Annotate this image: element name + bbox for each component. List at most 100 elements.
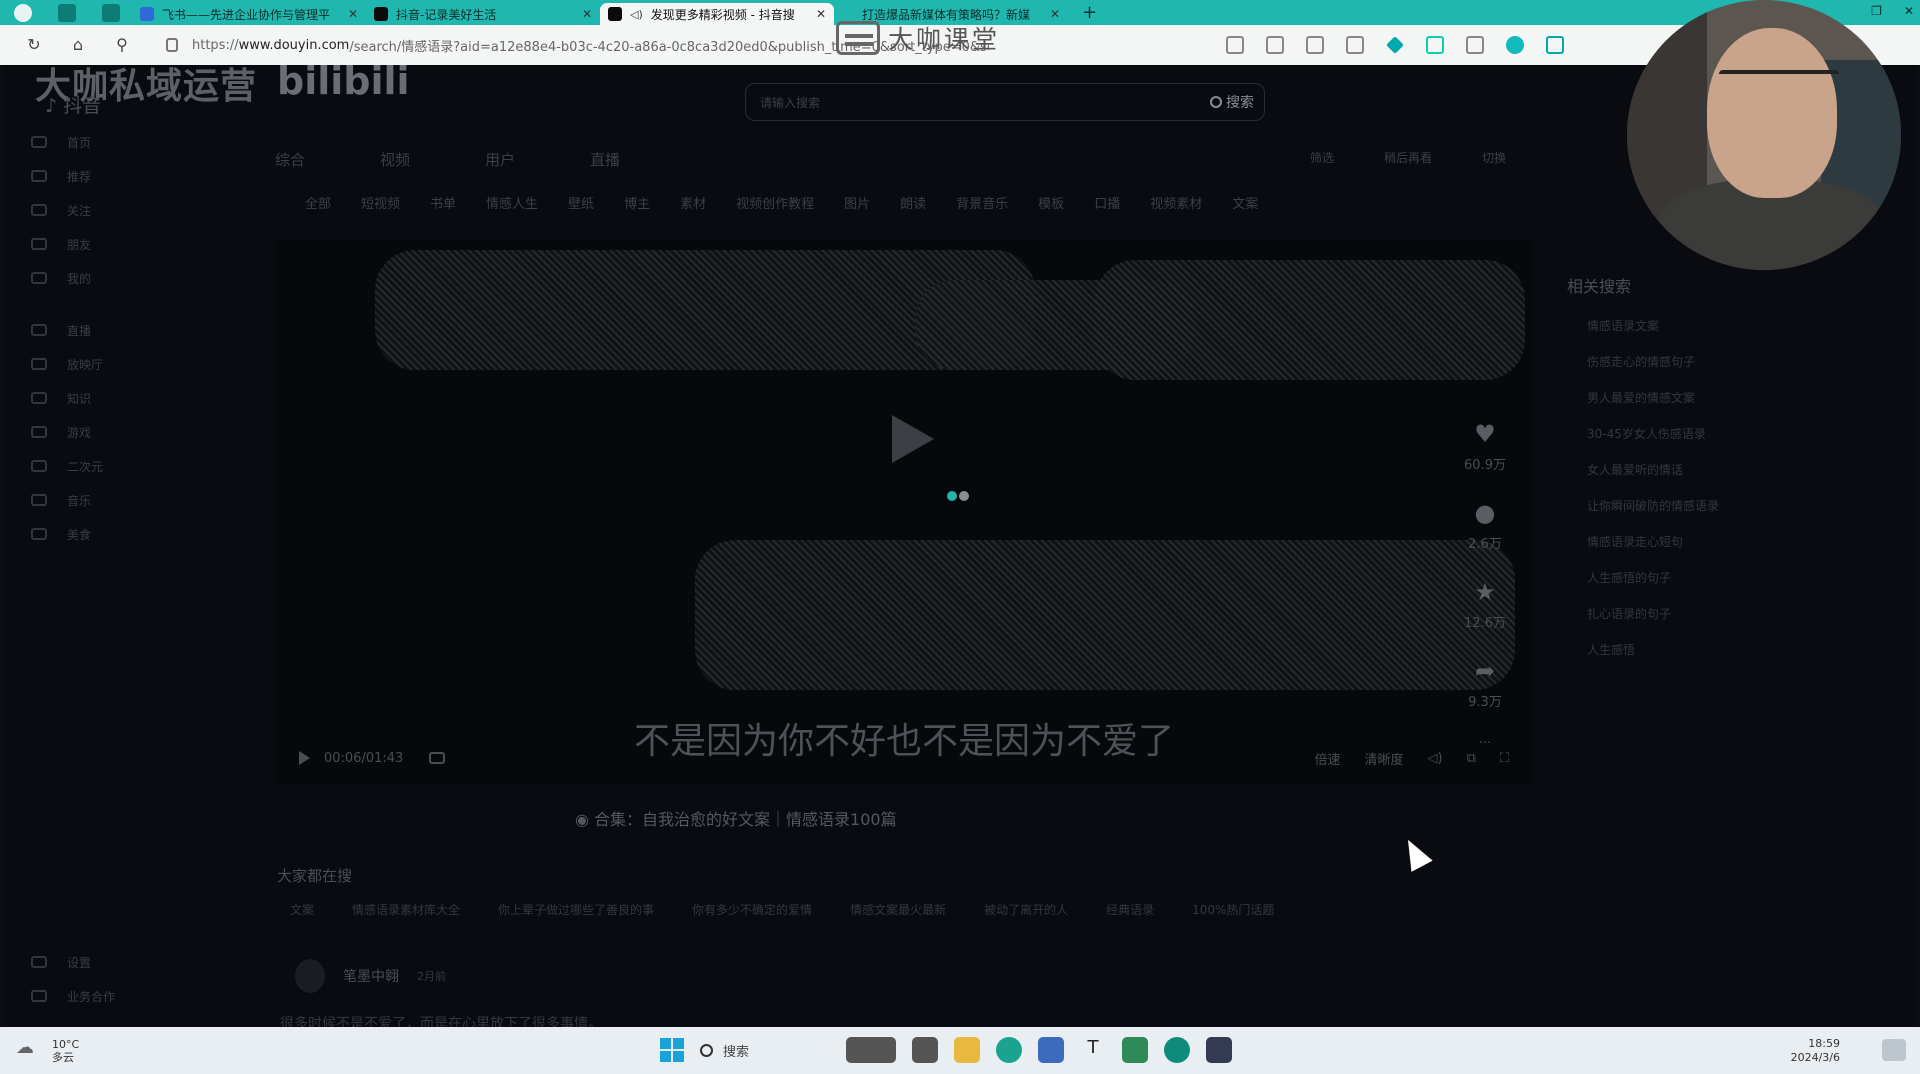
file-explorer-icon[interactable] bbox=[954, 1037, 980, 1063]
hot-item[interactable]: 情感文案最火最新 bbox=[850, 901, 946, 918]
switch-layout-button[interactable]: 切换 bbox=[1482, 149, 1506, 166]
sidebar-item[interactable]: 推荐 bbox=[31, 159, 103, 193]
chip[interactable]: 图片 bbox=[844, 193, 870, 212]
search-icon[interactable]: ⚲ bbox=[112, 35, 132, 55]
pip-icon[interactable]: ⧉ bbox=[1467, 751, 1476, 766]
chip[interactable]: 全部 bbox=[305, 193, 331, 212]
tab-douyin-search[interactable]: ◁) 发现更多精彩视频 - 抖音搜 ✕ bbox=[600, 3, 834, 25]
home-icon[interactable]: ⌂ bbox=[68, 35, 88, 55]
typora-icon[interactable]: T bbox=[1080, 1037, 1106, 1063]
new-tab-button[interactable]: + bbox=[1082, 2, 1097, 23]
tab-general[interactable]: 综合 bbox=[275, 149, 380, 170]
hot-item[interactable]: 100%热门话题 bbox=[1192, 901, 1274, 918]
restore-icon[interactable]: ❐ bbox=[1871, 4, 1882, 18]
favorite-icon[interactable] bbox=[1346, 36, 1364, 54]
hot-item[interactable]: 你上辈子做过哪些了善良的事 bbox=[498, 901, 654, 918]
close-tab-icon[interactable]: ✕ bbox=[1050, 7, 1060, 21]
profile-icon[interactable] bbox=[14, 3, 32, 22]
sidebar-item[interactable]: 音乐 bbox=[31, 483, 103, 517]
quality-button[interactable]: 清晰度 bbox=[1365, 749, 1404, 768]
chip[interactable]: 情感人生 bbox=[486, 193, 538, 212]
volume-icon[interactable]: ◁) bbox=[1428, 751, 1443, 766]
douyin-logo[interactable]: ♪ 抖音 bbox=[45, 91, 101, 118]
speed-button[interactable]: 倍速 bbox=[1314, 749, 1340, 768]
search-box[interactable]: 请输入搜索 搜索 bbox=[745, 83, 1265, 121]
avatar[interactable] bbox=[295, 959, 325, 993]
editor-app-icon[interactable] bbox=[1206, 1037, 1232, 1063]
notification-icon[interactable] bbox=[1882, 1039, 1906, 1061]
store-icon[interactable] bbox=[1038, 1037, 1064, 1063]
video-player[interactable]: 不是因为你不好也不是因为不爱了 ◉ 合集：自我治愈的好文案｜情感语录100篇 ♥… bbox=[275, 240, 1533, 829]
chip[interactable]: 文案 bbox=[1232, 193, 1258, 212]
close-tab-icon[interactable]: ✕ bbox=[348, 7, 358, 21]
chip[interactable]: 口播 bbox=[1094, 193, 1120, 212]
related-item[interactable]: 情感语录走心短句 bbox=[1567, 533, 1719, 569]
hot-item[interactable]: 你有多少不确定的爱情 bbox=[692, 901, 812, 918]
search-input[interactable]: 请输入搜索 bbox=[760, 94, 1210, 111]
sidebar-item[interactable]: 美食 bbox=[31, 517, 103, 551]
related-item[interactable]: 人生感悟 bbox=[1567, 641, 1719, 677]
extension-arrow-icon[interactable] bbox=[1386, 36, 1404, 54]
share-button[interactable]: ➦ 9.3万 bbox=[1455, 657, 1515, 710]
sidebar-item[interactable]: 业务合作 bbox=[31, 979, 115, 1013]
favorite-button[interactable]: ★ 12.6万 bbox=[1455, 578, 1515, 631]
related-item[interactable]: 女人最爱听的情话 bbox=[1567, 461, 1719, 497]
tab-user[interactable]: 用户 bbox=[485, 149, 590, 170]
refresh-icon[interactable]: ↻ bbox=[24, 35, 44, 55]
related-item[interactable]: 男人最爱的情感文案 bbox=[1567, 389, 1719, 425]
chip[interactable]: 素材 bbox=[680, 193, 706, 212]
search-button[interactable]: 搜索 bbox=[1210, 92, 1254, 112]
url-input[interactable]: https:// www.douyin.com /search/情感语录?aid… bbox=[166, 31, 1166, 59]
chip[interactable]: 书单 bbox=[430, 193, 456, 212]
play-icon[interactable] bbox=[892, 415, 934, 463]
read-aloud-icon[interactable] bbox=[1226, 36, 1244, 54]
notes-app-icon[interactable] bbox=[1122, 1037, 1148, 1063]
hot-item[interactable]: 经典语录 bbox=[1106, 901, 1154, 918]
sidebar-item[interactable]: 知识 bbox=[31, 381, 103, 415]
workspaces-icon[interactable] bbox=[58, 3, 76, 22]
comment-user[interactable]: 笔墨中翱 bbox=[343, 966, 399, 986]
sidebar-item[interactable]: 我的 bbox=[31, 261, 103, 295]
translate-icon[interactable] bbox=[1266, 36, 1284, 54]
chip[interactable]: 短视频 bbox=[361, 193, 400, 212]
related-item[interactable]: 情感语录文案 bbox=[1567, 317, 1719, 353]
chip[interactable]: 背景音乐 bbox=[956, 193, 1008, 212]
speaker-icon[interactable]: ◁) bbox=[630, 8, 643, 21]
hot-item[interactable]: 被动了离开的人 bbox=[984, 901, 1068, 918]
sidebar-item[interactable]: 朋友 bbox=[31, 227, 103, 261]
chip[interactable]: 模板 bbox=[1038, 193, 1064, 212]
chip[interactable]: 博主 bbox=[624, 193, 650, 212]
tab-video[interactable]: 视频 bbox=[380, 149, 485, 170]
clock[interactable]: 18:59 2024/3/6 bbox=[1791, 1037, 1840, 1065]
app-group-icon[interactable] bbox=[846, 1037, 896, 1063]
shield-icon[interactable] bbox=[1426, 36, 1444, 54]
filter-button[interactable]: 筛选 bbox=[1310, 149, 1334, 166]
related-item[interactable]: 30-45岁女人伤感语录 bbox=[1567, 425, 1719, 461]
sidebar-item[interactable]: 首页 bbox=[31, 125, 103, 159]
collection-label[interactable]: ◉ 合集：自我治愈的好文案｜情感语录100篇 bbox=[575, 806, 897, 830]
edge-extension-icon[interactable] bbox=[1506, 36, 1524, 54]
chip[interactable]: 视频创作教程 bbox=[736, 193, 814, 212]
collections-icon[interactable] bbox=[1546, 36, 1564, 54]
sidebar-item[interactable]: 二次元 bbox=[31, 449, 103, 483]
chip[interactable]: 壁纸 bbox=[568, 193, 594, 212]
fullscreen-icon[interactable]: ⛶ bbox=[1500, 751, 1509, 766]
close-tab-icon[interactable]: ✕ bbox=[582, 7, 592, 21]
chip[interactable]: 朗读 bbox=[900, 193, 926, 212]
play-pause-icon[interactable] bbox=[299, 751, 310, 765]
sidebar-item[interactable]: 直播 bbox=[31, 313, 103, 347]
sidebar-item[interactable]: 设置 bbox=[31, 945, 115, 979]
tab-douyin-home[interactable]: 抖音-记录美好生活 ✕ bbox=[366, 3, 600, 25]
hot-item[interactable]: 情感语录素材库大全 bbox=[352, 901, 460, 918]
taskbar-search[interactable]: 搜索 bbox=[700, 1041, 830, 1060]
related-item[interactable]: 人生感悟的句子 bbox=[1567, 569, 1719, 605]
watch-later-button[interactable]: 稍后再看 bbox=[1384, 149, 1432, 166]
close-window-icon[interactable]: ✕ bbox=[1904, 4, 1914, 18]
sidebar-item[interactable]: 放映厅 bbox=[31, 347, 103, 381]
start-icon[interactable] bbox=[660, 1038, 684, 1062]
chip[interactable]: 视频素材 bbox=[1150, 193, 1202, 212]
sidebar-item[interactable]: 游戏 bbox=[31, 415, 103, 449]
comment-button[interactable]: ● 2.6万 bbox=[1455, 499, 1515, 552]
related-item[interactable]: 扎心语录的句子 bbox=[1567, 605, 1719, 641]
like-button[interactable]: ♥ 60.9万 bbox=[1455, 420, 1515, 473]
